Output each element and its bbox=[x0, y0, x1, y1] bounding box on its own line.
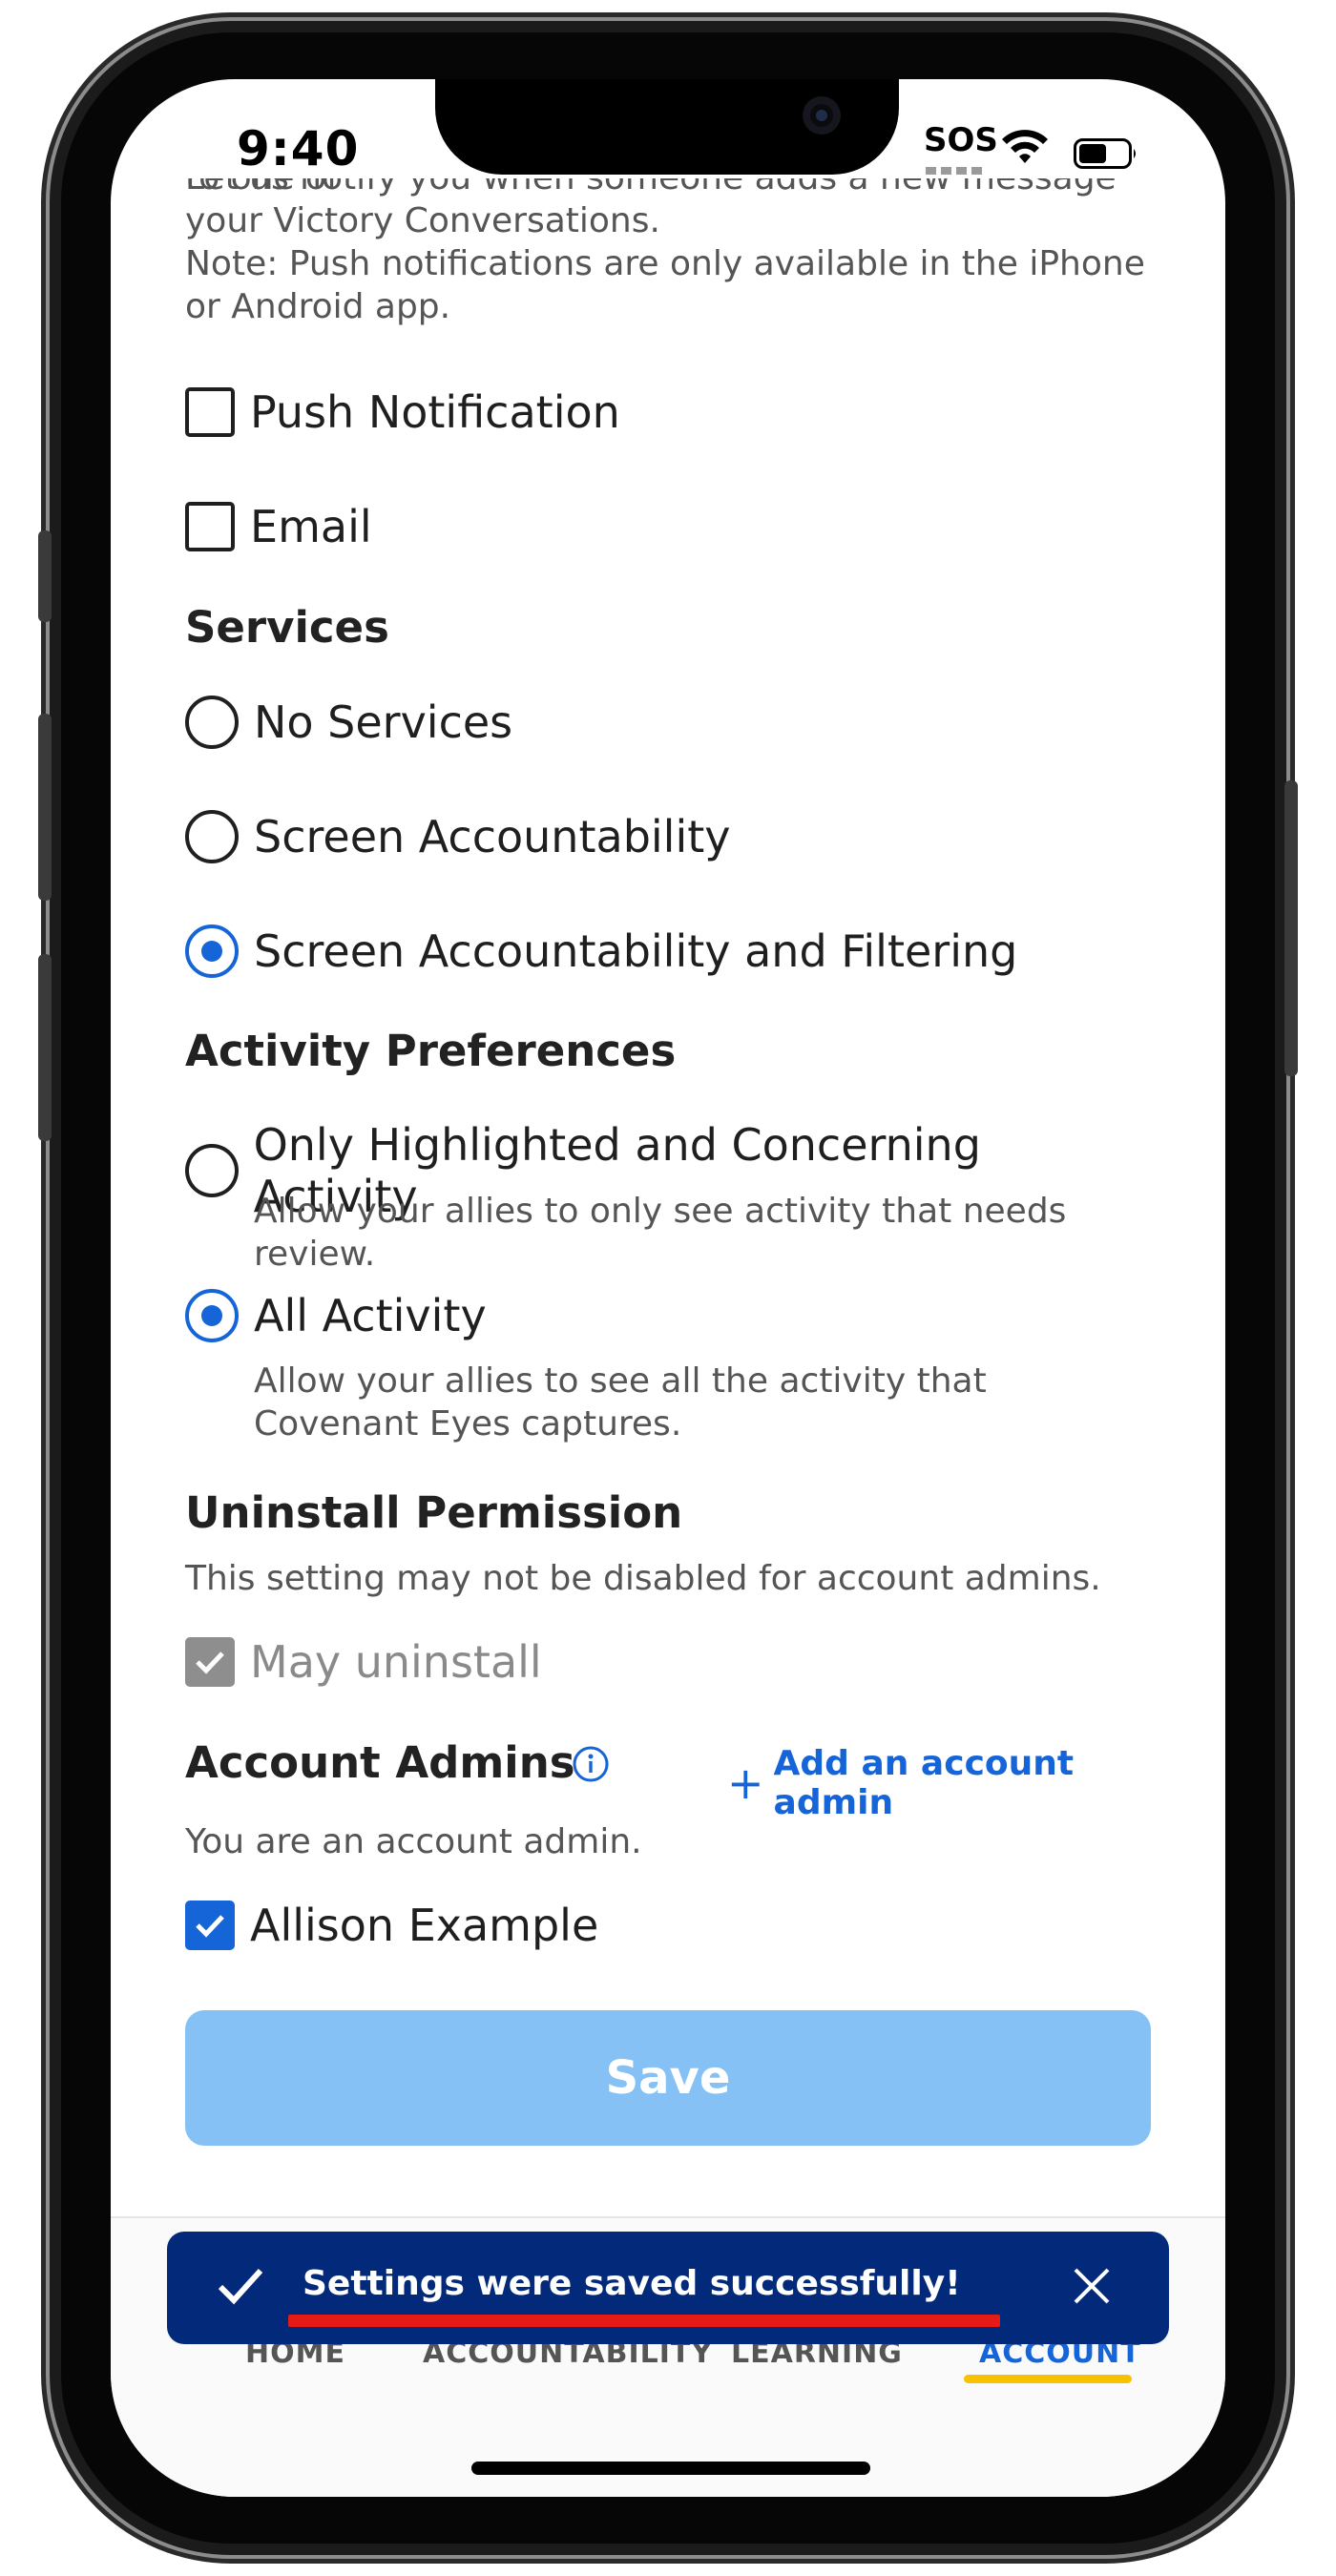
account-admins-title: Account Admins bbox=[185, 1737, 575, 1788]
account-admin-note: You are an account admin. bbox=[185, 1822, 642, 1861]
push-notification-option[interactable]: Push Notification bbox=[185, 386, 620, 438]
notification-intro: Let us notify you when someone adds a ne… bbox=[185, 175, 1151, 328]
plus-icon: + bbox=[727, 1757, 764, 1809]
email-option[interactable]: Email bbox=[185, 501, 372, 552]
radio-all-activity[interactable] bbox=[185, 1289, 239, 1342]
services-title: Services bbox=[185, 602, 389, 653]
front-camera bbox=[803, 96, 841, 135]
volume-up-button bbox=[38, 714, 52, 901]
admin-member-checkbox[interactable] bbox=[185, 1901, 235, 1950]
activity-description: Allow your allies to see all the activit… bbox=[254, 1361, 987, 1444]
signal-dots-icon bbox=[926, 167, 983, 175]
volume-down-button bbox=[38, 954, 52, 1141]
close-icon[interactable] bbox=[1070, 2264, 1114, 2308]
home-indicator bbox=[471, 2462, 870, 2475]
uninstall-permission-title: Uninstall Permission bbox=[185, 1487, 683, 1538]
activity-description: Allow your allies to only see activity t… bbox=[254, 1192, 1067, 1274]
check-icon bbox=[196, 1915, 224, 1938]
radio-screen-accountability[interactable] bbox=[185, 810, 239, 863]
nav-active-indicator bbox=[964, 2375, 1132, 2383]
status-time: 9:40 bbox=[237, 121, 360, 177]
email-label: Email bbox=[250, 501, 372, 552]
clipped-intro-line: Let us notify you when someone adds a ne… bbox=[185, 178, 1151, 199]
push-note: Note: Push notifications are only availa… bbox=[185, 244, 1145, 326]
admin-member-name: Allison Example bbox=[250, 1900, 599, 1951]
service-label: Screen Accountability bbox=[254, 811, 731, 862]
service-option-screen-accountability[interactable]: Screen Accountability bbox=[185, 810, 731, 863]
may-uninstall-label: May uninstall bbox=[250, 1636, 542, 1688]
power-button bbox=[1284, 780, 1298, 1076]
add-account-admin-link[interactable]: + Add an account admin bbox=[727, 1744, 1151, 1822]
radio-accountability-filtering[interactable] bbox=[185, 924, 239, 978]
service-label: No Services bbox=[254, 696, 513, 748]
phone-screen: 9:40 SOS Let us notify you when someone … bbox=[111, 79, 1225, 2497]
info-icon[interactable] bbox=[572, 1745, 610, 1783]
uninstall-note: This setting may not be disabled for acc… bbox=[185, 1559, 1101, 1598]
activity-preferences-title: Activity Preferences bbox=[185, 1026, 677, 1076]
battery-icon bbox=[1074, 138, 1136, 169]
silent-switch bbox=[38, 530, 52, 622]
activity-label: All Activity bbox=[254, 1290, 487, 1341]
status-sos: SOS bbox=[924, 121, 998, 159]
save-button[interactable]: Save bbox=[185, 2010, 1151, 2146]
service-option-none[interactable]: No Services bbox=[185, 696, 512, 749]
success-toast: Settings were saved successfully! bbox=[167, 2232, 1169, 2344]
radio-highlighted-activity[interactable] bbox=[185, 1144, 239, 1197]
admin-member-row[interactable]: Allison Example bbox=[185, 1900, 598, 1951]
email-checkbox[interactable] bbox=[185, 502, 235, 551]
checkmark-icon bbox=[218, 2268, 263, 2305]
intro-line: your Victory Conversations. bbox=[185, 201, 660, 240]
service-label: Screen Accountability and Filtering bbox=[254, 925, 1018, 977]
wifi-icon bbox=[1002, 130, 1048, 163]
may-uninstall-option: May uninstall bbox=[185, 1636, 542, 1688]
radio-no-services[interactable] bbox=[185, 696, 239, 749]
may-uninstall-checkbox bbox=[185, 1637, 235, 1687]
add-account-admin-label: Add an account admin bbox=[773, 1744, 1075, 1822]
check-icon bbox=[196, 1652, 224, 1674]
annotation-underline bbox=[288, 2315, 1000, 2327]
push-notification-label: Push Notification bbox=[250, 386, 620, 438]
activity-option-all[interactable]: All Activity bbox=[185, 1289, 487, 1342]
notch bbox=[435, 79, 899, 175]
push-notification-checkbox[interactable] bbox=[185, 387, 235, 437]
toast-message: Settings were saved successfully! bbox=[303, 2264, 961, 2303]
service-option-accountability-filtering[interactable]: Screen Accountability and Filtering bbox=[185, 924, 1017, 978]
